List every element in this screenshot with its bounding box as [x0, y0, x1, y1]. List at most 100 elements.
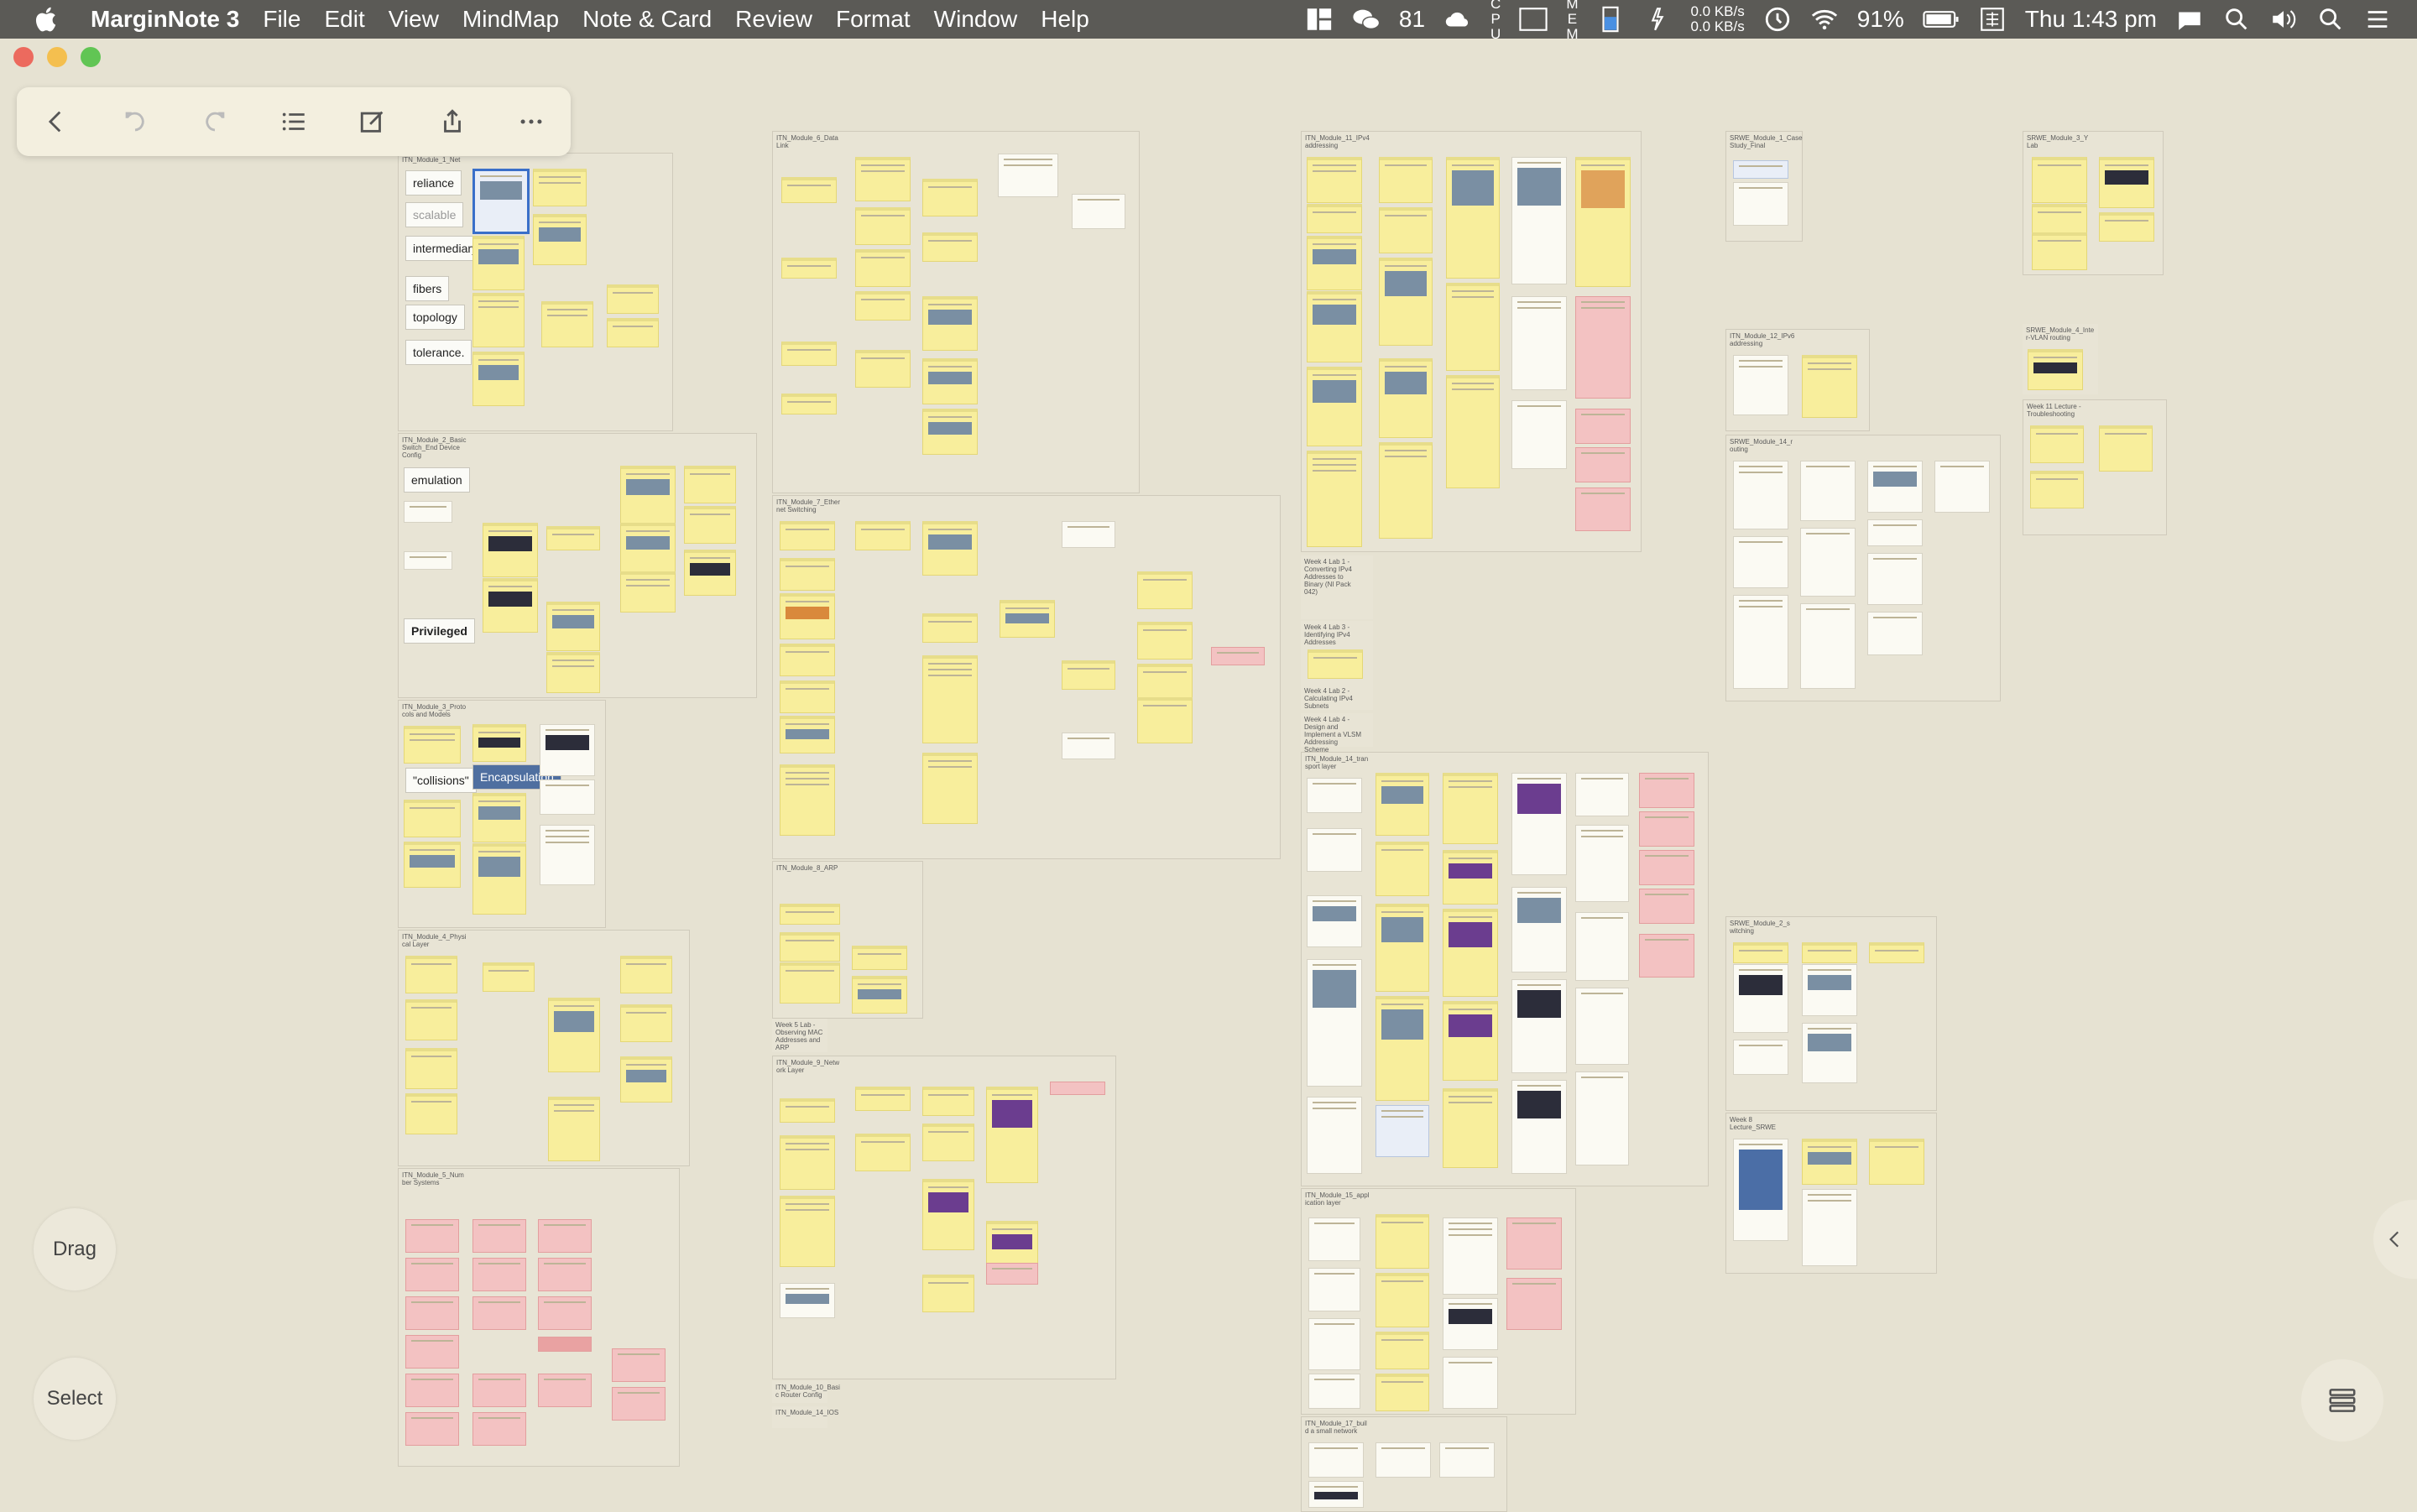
note-card[interactable] — [1307, 236, 1362, 290]
note-card[interactable] — [1733, 461, 1788, 529]
note-card[interactable] — [1575, 988, 1629, 1065]
cloud-icon[interactable] — [1443, 5, 1472, 34]
note-card[interactable] — [540, 724, 595, 776]
mindmap-group[interactable]: ITN_Module_5_Num ber Systems — [398, 1168, 680, 1467]
note-card[interactable] — [1376, 842, 1429, 896]
note-card[interactable] — [1506, 1217, 1562, 1270]
notification-icon[interactable] — [2175, 5, 2204, 34]
note-card[interactable] — [1575, 409, 1631, 444]
note-card[interactable] — [1062, 733, 1115, 759]
note-card[interactable] — [1439, 1442, 1495, 1478]
note-card[interactable] — [1575, 912, 1629, 981]
note-card[interactable] — [1443, 1088, 1498, 1168]
note-card[interactable] — [684, 466, 736, 503]
note-card[interactable] — [2030, 471, 2084, 508]
note-card[interactable] — [2028, 349, 2083, 390]
note-card[interactable] — [1511, 400, 1567, 469]
note-card[interactable] — [922, 1124, 974, 1161]
note-card[interactable] — [1000, 600, 1055, 638]
note-card[interactable] — [404, 501, 452, 523]
note-card[interactable] — [855, 207, 911, 245]
note-card[interactable] — [1733, 355, 1788, 415]
note-card[interactable] — [2032, 204, 2087, 233]
note-card[interactable] — [620, 523, 676, 572]
more-button[interactable] — [512, 102, 551, 141]
note-card[interactable] — [998, 154, 1058, 197]
note-card[interactable] — [780, 1135, 835, 1190]
note-card[interactable] — [1733, 160, 1788, 179]
note-card[interactable] — [548, 998, 600, 1072]
note-card[interactable] — [1308, 1374, 1360, 1409]
mindmap-group[interactable]: ITN_Module_12_IPv6 addressing — [1725, 329, 1870, 431]
memory-meter-icon[interactable] — [1596, 5, 1625, 34]
mindmap-group[interactable]: SRWE_Module_2_s witching — [1725, 916, 1937, 1111]
back-button[interactable] — [37, 102, 76, 141]
note-card[interactable] — [1308, 1481, 1364, 1508]
note-card[interactable] — [1802, 1139, 1857, 1185]
keyword-card[interactable]: topology — [405, 305, 465, 330]
note-card[interactable] — [620, 571, 676, 613]
note-card[interactable] — [620, 1056, 672, 1103]
mindmap-group[interactable]: ITN_Module_2_Basic Switch_End Device Con… — [398, 433, 757, 698]
mindmap-group[interactable]: Week 4 Lab 4 - Design and Implement a VL… — [1301, 713, 1373, 753]
mindmap-group[interactable]: Week 5 Lab - Observing MAC Addresses and… — [772, 1019, 827, 1052]
keyword-card[interactable]: reliance — [405, 170, 462, 196]
note-card[interactable] — [404, 551, 452, 570]
note-card[interactable] — [405, 1412, 459, 1446]
note-card[interactable] — [1379, 207, 1433, 253]
note-card[interactable] — [922, 409, 978, 455]
note-card[interactable] — [1307, 204, 1362, 233]
note-card[interactable] — [922, 1275, 974, 1312]
note-card[interactable] — [620, 956, 672, 993]
note-card[interactable] — [780, 680, 835, 713]
note-card[interactable] — [1308, 1268, 1360, 1311]
time-machine-icon[interactable] — [1763, 5, 1792, 34]
mindmap-group[interactable]: ITN_Module_3_Proto cols and Models "coll… — [398, 700, 606, 928]
mindmap-group[interactable]: ITN_Module_11_IPv4 addressing — [1301, 131, 1642, 552]
menu-view[interactable]: View — [389, 6, 439, 33]
note-card[interactable] — [620, 1004, 672, 1042]
note-card[interactable] — [684, 506, 736, 544]
menu-mindmap[interactable]: MindMap — [462, 6, 559, 33]
note-card[interactable] — [1575, 157, 1631, 287]
note-card[interactable] — [1733, 182, 1788, 226]
note-card[interactable] — [472, 843, 526, 915]
note-card[interactable] — [855, 521, 911, 550]
note-card[interactable] — [780, 593, 835, 639]
note-card[interactable] — [1733, 1139, 1788, 1241]
note-card[interactable] — [1733, 964, 1788, 1033]
note-card[interactable] — [1443, 909, 1498, 997]
note-card[interactable] — [781, 394, 837, 414]
note-card[interactable] — [780, 521, 835, 550]
note-card[interactable] — [538, 1258, 592, 1291]
note-card[interactable] — [472, 1374, 526, 1407]
note-card[interactable] — [1639, 934, 1694, 978]
note-card[interactable] — [483, 578, 538, 633]
note-card[interactable] — [1867, 519, 1923, 546]
note-card[interactable] — [2030, 425, 2084, 463]
note-card[interactable] — [405, 1219, 459, 1253]
outline-button[interactable] — [274, 102, 313, 141]
note-card[interactable] — [1308, 649, 1363, 679]
mindmap-group[interactable]: ITN_Module_6_Data Link — [772, 131, 1140, 493]
note-card[interactable] — [1307, 1097, 1362, 1174]
note-card[interactable] — [780, 962, 840, 1004]
note-card[interactable] — [1307, 367, 1362, 446]
note-card[interactable] — [1733, 595, 1788, 689]
note-card[interactable] — [855, 1134, 911, 1171]
note-card[interactable] — [538, 1296, 592, 1330]
wechat-icon[interactable] — [1352, 5, 1381, 34]
mindmap-group[interactable]: SRWE_Module_14_r outing — [1725, 435, 2001, 701]
note-card[interactable] — [1506, 1278, 1562, 1330]
note-card[interactable] — [780, 1098, 835, 1123]
note-card[interactable] — [1800, 461, 1856, 521]
search-icon[interactable] — [2316, 5, 2345, 34]
note-card[interactable] — [1867, 553, 1923, 605]
note-card[interactable] — [1307, 895, 1362, 947]
note-card[interactable] — [1211, 647, 1265, 665]
note-card[interactable] — [1376, 1105, 1429, 1157]
note-card[interactable] — [404, 842, 461, 888]
note-card[interactable] — [1511, 296, 1567, 390]
note-card[interactable] — [2099, 157, 2154, 208]
note-card[interactable] — [2099, 212, 2154, 242]
